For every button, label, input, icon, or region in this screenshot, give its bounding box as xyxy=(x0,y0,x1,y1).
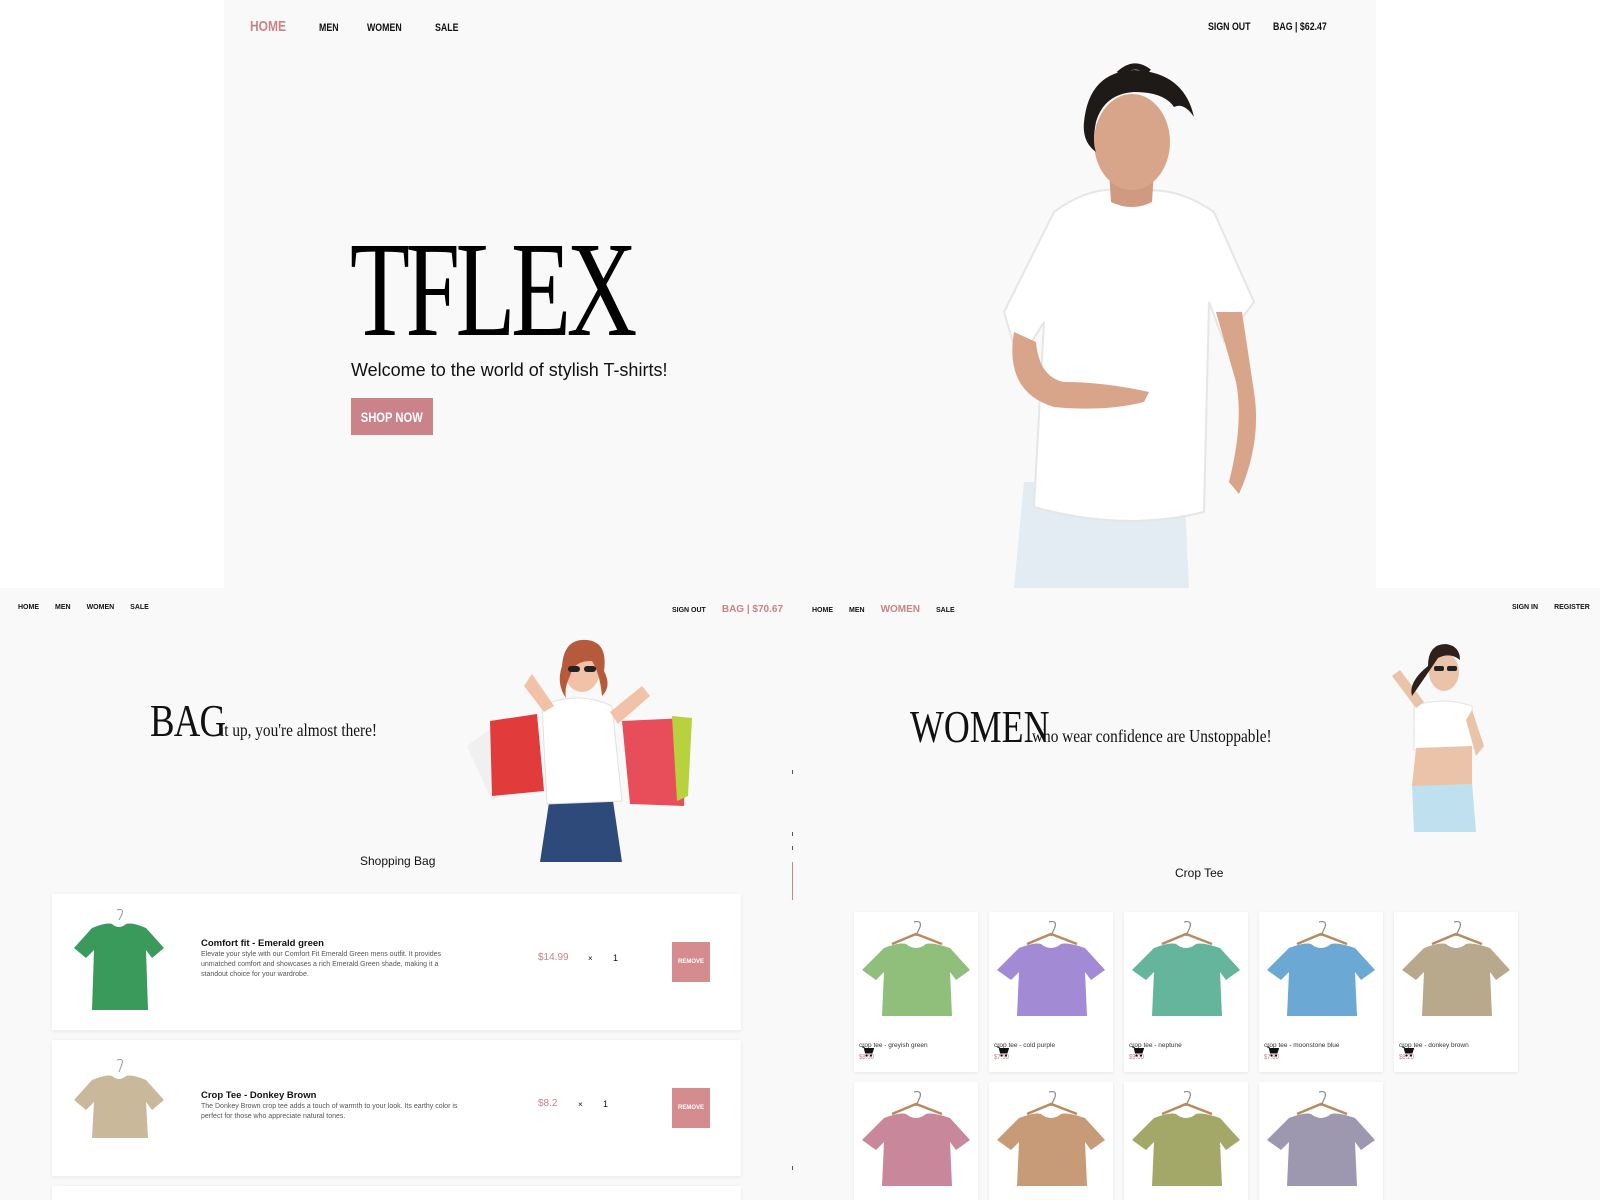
shop-now-label: SHOP NOW xyxy=(360,408,424,425)
bag-link[interactable]: BAG | $70.67 xyxy=(722,604,783,615)
times-sign: × xyxy=(588,954,593,963)
crop-tee-title: Crop Tee xyxy=(1175,866,1224,880)
cart-icon[interactable] xyxy=(997,1046,1009,1057)
item-description: Elevate your style with our Comfort Fit … xyxy=(201,951,442,978)
item-name: Comfort fit - Emerald green xyxy=(201,938,324,949)
product-card[interactable] xyxy=(1124,1082,1248,1200)
nav-women[interactable]: WOMEN xyxy=(367,22,402,34)
remove-button[interactable]: REMOVE xyxy=(672,942,710,982)
product-card[interactable]: crop tee - moonstone blue $7.80 xyxy=(1259,912,1383,1072)
crop-tee-image xyxy=(862,920,970,1016)
item-description: The Donkey Brown crop tee adds a touch o… xyxy=(201,1103,458,1120)
crop-tee-image xyxy=(1267,1090,1375,1186)
bag-heading-small: it up, you're almost there! xyxy=(220,720,377,740)
item-name: Crop Tee - Donkey Brown xyxy=(201,1090,317,1101)
bag-item-card: Crop Tee - Donkey Brown The Donkey Brown… xyxy=(52,1040,741,1176)
women-page-nav: HOME MEN WOMEN SALE xyxy=(812,604,955,615)
bag-link[interactable]: BAG | $62.47 xyxy=(1273,21,1327,33)
home-page-panel: HOME MEN WOMEN SALE SIGN OUT BAG | $62.4… xyxy=(224,0,1376,588)
bag-page-account-nav: SIGN OUT BAG | $70.67 xyxy=(672,604,783,615)
nav-sale[interactable]: SALE xyxy=(936,607,955,614)
tshirt-thumbnail xyxy=(74,1059,164,1138)
cart-icon[interactable] xyxy=(1402,1046,1414,1057)
shop-now-button[interactable]: SHOP NOW xyxy=(351,398,433,435)
item-quantity[interactable]: 1 xyxy=(603,1099,608,1109)
sign-in-link[interactable]: SIGN IN xyxy=(1512,604,1538,611)
product-card[interactable]: crop tee - donkey brown $8.20 xyxy=(1394,912,1518,1072)
nav-sale[interactable]: SALE xyxy=(130,604,149,611)
cart-icon[interactable] xyxy=(1132,1046,1144,1057)
panel-divider xyxy=(792,770,793,1170)
register-link[interactable]: REGISTER xyxy=(1554,604,1590,611)
product-card[interactable]: crop tee - cold purple $7.50 xyxy=(989,912,1113,1072)
nav-women[interactable]: WOMEN xyxy=(881,604,920,615)
product-card[interactable] xyxy=(854,1082,978,1200)
times-sign: × xyxy=(578,1100,583,1109)
item-quantity[interactable]: 1 xyxy=(613,953,618,963)
bag-item-card: Comfort fit - Emerald green Elevate your… xyxy=(52,894,741,1030)
women-heading: WOMEN who wear confidence are Unstoppabl… xyxy=(910,700,1314,753)
shopping-woman-image xyxy=(467,639,692,862)
women-page-panel: HOME MEN WOMEN SALE SIGN IN REGISTER WOM… xyxy=(792,588,1600,1200)
item-price: $14.99 xyxy=(538,952,569,963)
nav-home[interactable]: HOME xyxy=(18,604,39,611)
women-heading-small: who wear confidence are Unstoppable! xyxy=(1032,726,1272,746)
bag-heading-big: BAG xyxy=(150,695,226,746)
bag-page-nav: HOME MEN WOMEN SALE xyxy=(18,604,149,611)
product-card[interactable] xyxy=(989,1082,1113,1200)
nav-men[interactable]: MEN xyxy=(55,604,71,611)
nav-sale[interactable]: SALE xyxy=(435,22,458,34)
crop-tee-image xyxy=(1267,920,1375,1016)
hero-tagline: Welcome to the world of stylish T-shirts… xyxy=(351,360,668,380)
product-card[interactable] xyxy=(1259,1082,1383,1200)
nav-men[interactable]: MEN xyxy=(849,607,865,614)
nav-home[interactable]: HOME xyxy=(250,18,286,35)
crop-tee-image xyxy=(997,920,1105,1016)
crop-tee-image xyxy=(1132,920,1240,1016)
tshirt-thumbnail xyxy=(74,909,164,1010)
cart-icon[interactable] xyxy=(1267,1046,1279,1057)
remove-button[interactable]: REMOVE xyxy=(672,1088,710,1128)
crop-tee-image xyxy=(997,1090,1105,1186)
product-card[interactable]: crop tee - greyish green $8.50 xyxy=(854,912,978,1072)
item-price: $8.2 xyxy=(538,1098,558,1109)
account-nav: SIGN OUT BAG | $62.47 xyxy=(1208,21,1340,33)
women-heading-big: WOMEN xyxy=(910,701,1050,752)
sign-out-link[interactable]: SIGN OUT xyxy=(1208,21,1251,33)
crop-tee-image xyxy=(1402,920,1510,1016)
women-model-image xyxy=(1392,644,1484,832)
crop-tee-image xyxy=(1132,1090,1240,1186)
shopping-bag-title: Shopping Bag xyxy=(360,854,436,868)
nav-men[interactable]: MEN xyxy=(319,22,339,34)
sign-out-link[interactable]: SIGN OUT xyxy=(672,607,706,614)
cart-icon[interactable] xyxy=(862,1046,874,1057)
bag-page-panel: HOME MEN WOMEN SALE SIGN OUT BAG | $70.6… xyxy=(0,588,792,1200)
main-nav: HOME MEN WOMEN SALE xyxy=(250,18,464,35)
bag-item-card xyxy=(52,1186,741,1200)
brand-title: TFLEX xyxy=(350,215,637,365)
hero-model-image xyxy=(1002,63,1257,588)
women-page-account-nav: SIGN IN REGISTER xyxy=(1512,604,1590,611)
bag-heading: BAG it up, you're almost there! xyxy=(150,694,405,747)
nav-women[interactable]: WOMEN xyxy=(87,604,115,611)
product-card[interactable]: crop tee - neptune $9.00 xyxy=(1124,912,1248,1072)
crop-tee-image xyxy=(862,1090,970,1186)
nav-home[interactable]: HOME xyxy=(812,607,833,614)
